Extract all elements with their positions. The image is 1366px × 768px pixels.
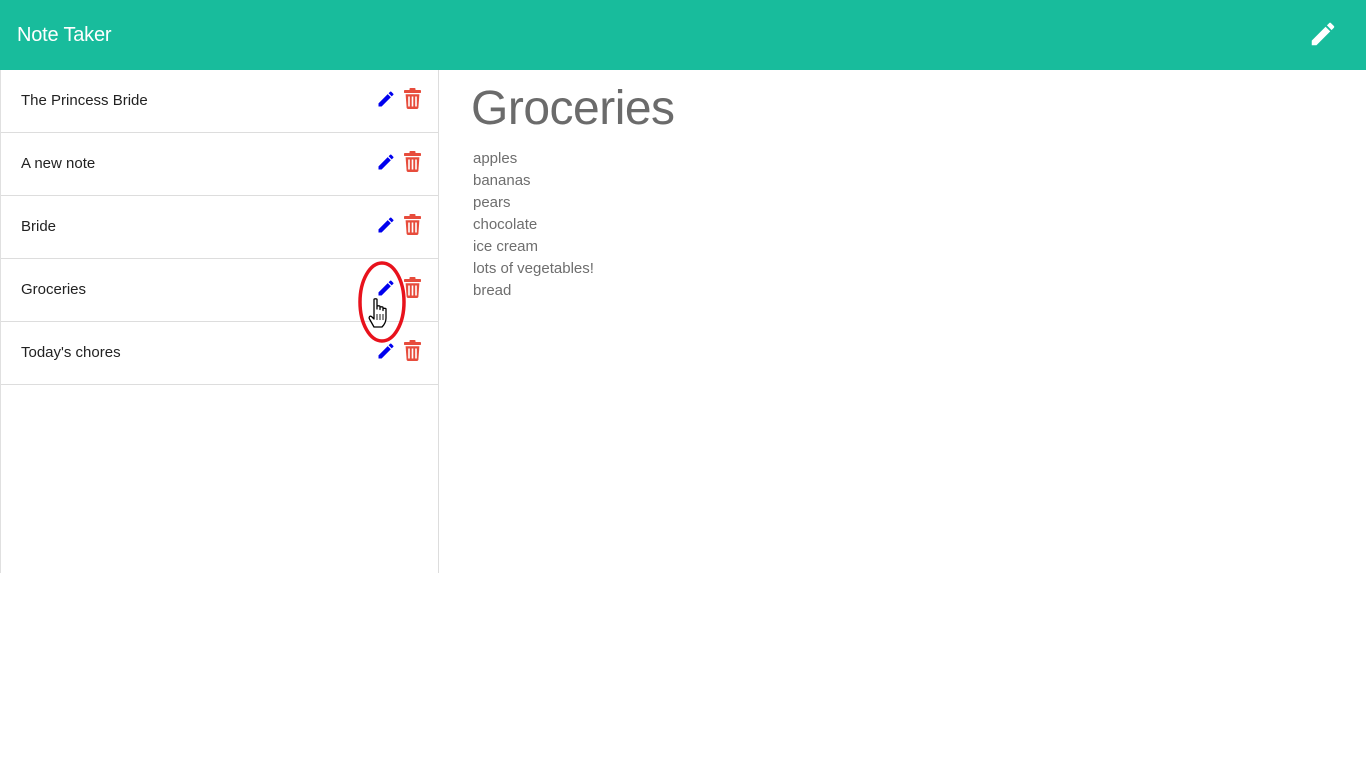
note-body-line: chocolate xyxy=(473,216,538,233)
delete-note-trash-icon[interactable] xyxy=(404,277,421,298)
delete-note-trash-icon[interactable] xyxy=(404,340,421,361)
new-note-pencil-icon[interactable] xyxy=(1308,19,1338,49)
edit-note-pencil-icon[interactable] xyxy=(376,152,396,172)
note-list-item[interactable]: Today's chores xyxy=(1,322,438,385)
note-list-item-title[interactable]: Groceries xyxy=(21,280,86,300)
note-list-item-title[interactable]: A new note xyxy=(21,154,95,174)
note-list-item[interactable]: Groceries xyxy=(1,259,438,322)
note-body-line: bread xyxy=(473,282,512,299)
edit-note-pencil-icon[interactable] xyxy=(376,341,396,361)
note-list-item-title[interactable]: Bride xyxy=(21,217,56,237)
note-list-item[interactable]: The Princess Bride xyxy=(1,70,438,133)
delete-note-trash-icon[interactable] xyxy=(404,88,421,109)
edit-note-pencil-icon[interactable] xyxy=(376,89,396,109)
edit-note-pencil-icon[interactable] xyxy=(376,215,396,235)
note-list-item-title[interactable]: The Princess Bride xyxy=(21,91,148,111)
edit-note-pencil-icon[interactable] xyxy=(376,278,396,298)
note-body-line: lots of vegetables! xyxy=(473,260,594,277)
note-content: Groceries apples bananas pears chocolate ice… xyxy=(471,80,1331,302)
note-body-line: apples xyxy=(473,150,518,167)
note-body-line: bananas xyxy=(473,172,531,189)
notes-list: The Princess Bride A new note Bride Groceri… xyxy=(1,70,438,385)
notes-sidebar: The Princess Bride A new note Bride Groceri… xyxy=(0,70,439,573)
note-body-line: ice cream xyxy=(473,238,539,255)
delete-note-trash-icon[interactable] xyxy=(404,151,421,172)
note-body[interactable]: apples bananas pears chocolate ice cream lots… xyxy=(473,148,1331,302)
note-list-item-title[interactable]: Today's chores xyxy=(21,343,121,363)
note-title-heading[interactable]: Groceries xyxy=(471,80,1331,138)
note-body-line: pears xyxy=(473,194,511,211)
navbar: Note Taker xyxy=(0,0,1366,70)
delete-note-trash-icon[interactable] xyxy=(404,214,421,235)
note-list-item[interactable]: Bride xyxy=(1,196,438,259)
note-list-item[interactable]: A new note xyxy=(1,133,438,196)
app-title[interactable]: Note Taker xyxy=(17,22,112,48)
